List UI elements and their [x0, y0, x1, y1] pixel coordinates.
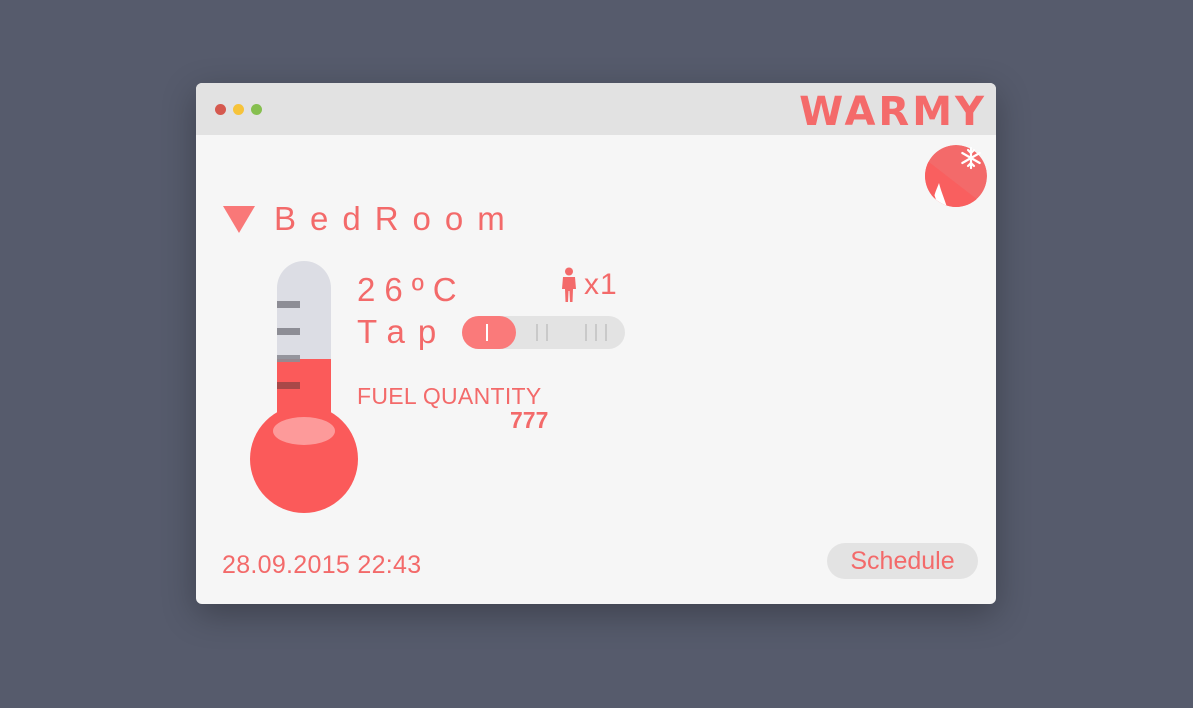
room-selector[interactable]: BedRoom — [222, 199, 519, 239]
occupancy-count: x1 — [584, 268, 618, 301]
temperature-readout: 26ºC — [357, 271, 466, 308]
fuel-quantity-value: 777 — [510, 407, 549, 433]
tap-level-tick — [546, 324, 548, 341]
tap-level-slider[interactable] — [462, 316, 625, 349]
schedule-button[interactable]: Schedule — [827, 543, 978, 579]
tap-level-fill — [462, 316, 516, 349]
tap-level-tick — [536, 324, 538, 341]
app-logo: WARMY — [799, 89, 987, 135]
date-time: 28.09.2015 22:43 — [222, 551, 422, 579]
occupancy-indicator: x1 — [560, 267, 618, 303]
tap-level-tick — [595, 324, 597, 341]
tap-level-tick — [585, 324, 587, 341]
room-name: BedRoom — [274, 200, 519, 237]
app-window: WARMY BedRoom 26ºC x1 Tap FUEL QUANTITY … — [196, 83, 996, 604]
tap-label: Tap — [357, 313, 450, 350]
maximize-window-button[interactable] — [251, 104, 262, 115]
flame-snowflake-icon — [925, 145, 987, 207]
close-window-button[interactable] — [215, 104, 226, 115]
minimize-window-button[interactable] — [233, 104, 244, 115]
heat-cool-mode-toggle[interactable] — [925, 145, 987, 207]
tap-level-tick — [486, 324, 488, 341]
title-bar: WARMY — [196, 83, 996, 135]
person-icon — [562, 267, 576, 302]
fuel-quantity-label: FUEL QUANTITY — [357, 383, 542, 409]
triangle-down-icon — [223, 206, 255, 233]
thermometer-gauge — [246, 259, 362, 524]
tap-level-tick — [605, 324, 607, 341]
